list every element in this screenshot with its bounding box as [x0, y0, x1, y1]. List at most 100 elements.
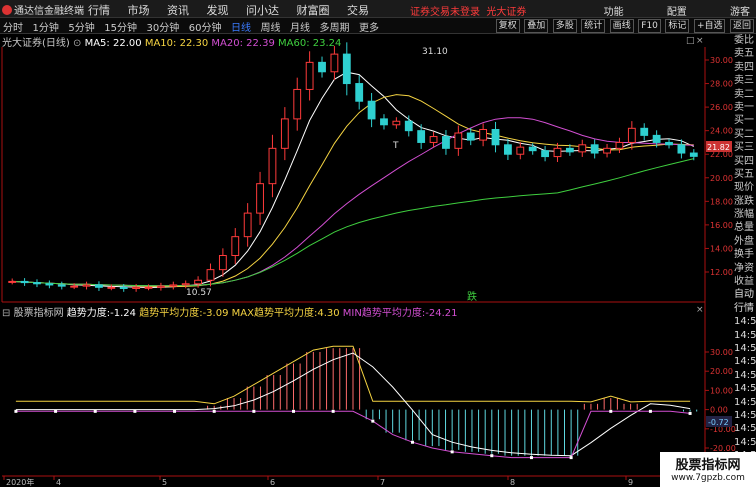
candle-body — [95, 284, 103, 288]
candle-body — [256, 183, 264, 214]
indicator-axis: 30.0020.0010.000.00-10.00-20.00 — [705, 348, 736, 453]
candle-body — [380, 118, 388, 126]
candle-body — [677, 144, 686, 154]
candle-body — [442, 136, 450, 149]
quote-panel-item: 14:56 — [734, 436, 756, 448]
candle-body — [640, 127, 649, 136]
candle-body — [206, 269, 215, 281]
candle-body — [181, 283, 190, 286]
watermark-url: www.7gpzb.com — [671, 473, 745, 483]
quote-panel-item: 收益 — [734, 276, 754, 288]
price-tick-label: 24.00 — [710, 127, 733, 136]
quote-panel-item: 买一 — [734, 115, 754, 127]
quote-panel-item: 14:56 — [734, 396, 756, 408]
watermark-title: 股票指标网 — [675, 458, 741, 473]
candle-body — [689, 152, 698, 157]
low-price-label: 10.57 — [186, 288, 212, 298]
min-marker — [529, 456, 533, 460]
high-price-label: 31.10 — [422, 47, 448, 57]
min-avg-line — [15, 410, 691, 459]
candle-body — [541, 150, 549, 158]
quote-panel-item: 外盘 — [734, 235, 754, 247]
candle-body — [367, 100, 376, 120]
candle-body — [169, 284, 178, 287]
min-marker — [569, 456, 573, 460]
quote-panel-item: 现价 — [734, 182, 754, 194]
candle-body — [132, 286, 141, 289]
quote-panel-item: 14:56 — [734, 409, 756, 421]
ma20-line — [12, 117, 694, 287]
candle-body — [8, 280, 17, 283]
candle-body — [318, 61, 326, 73]
price-tick-label: 14.00 — [710, 244, 733, 253]
candle-body — [20, 280, 29, 284]
candle-body — [615, 141, 624, 149]
candle-body — [355, 83, 364, 102]
quote-panel-item: 总量 — [734, 222, 754, 234]
time-label: 8 — [510, 478, 515, 487]
candle-body — [665, 141, 673, 146]
time-label: 2020年 — [6, 477, 34, 487]
ma10-line — [12, 94, 694, 288]
candle-body — [528, 146, 537, 152]
candle-body — [218, 255, 227, 271]
quote-panel-item: 买四 — [734, 155, 754, 167]
quote-panel-item: 买二 — [734, 128, 754, 140]
pane-close-icon[interactable]: × — [696, 36, 704, 46]
indicator-close-icon[interactable]: × — [696, 305, 704, 315]
ind-tick-label: 10.00 — [710, 386, 733, 395]
candle-body — [392, 120, 401, 126]
quote-panel-item: 涨幅 — [734, 209, 754, 221]
quote-panel-item: 14:56 — [734, 316, 756, 328]
min-marker — [292, 409, 296, 413]
quote-panel-item: 卖四 — [734, 61, 754, 73]
watermark: 股票指标网 www.7gpzb.com — [660, 452, 756, 487]
candle-body — [578, 144, 587, 153]
ind-tick-label: 30.00 — [710, 348, 733, 357]
price-tick-label: 16.00 — [710, 221, 733, 230]
time-label: 6 — [270, 478, 275, 487]
current-price-tag: 21.82 — [707, 143, 730, 152]
candle-body — [243, 212, 252, 238]
price-tick-label: 20.00 — [710, 174, 733, 183]
quote-panel-item: 净资 — [734, 262, 754, 274]
ma-lines — [12, 71, 695, 289]
quote-panel-item: 委比 — [734, 35, 754, 46]
pane-expand-icon[interactable]: □ — [686, 36, 695, 46]
candle-body — [82, 284, 91, 287]
ind-tick-label: 0.00 — [710, 406, 728, 415]
candle-body — [652, 134, 661, 143]
candle-body — [57, 284, 66, 287]
candle-body — [342, 53, 351, 85]
time-axis: 2020年 4 5 6 7 8 9 — [3, 476, 633, 487]
ma60-line — [12, 158, 694, 287]
min-marker — [648, 409, 652, 413]
quote-panel-item: 14:56 — [734, 356, 756, 368]
candle-body — [417, 130, 426, 143]
drop-marker: 跌 — [467, 290, 477, 303]
candle-body — [119, 286, 128, 289]
quote-panel-item: 行情 — [734, 302, 754, 314]
candle-body — [70, 285, 79, 288]
price-axis: 30.0028.0026.0024.0022.0020.0018.0016.00… — [705, 56, 733, 277]
candle-body — [280, 118, 289, 149]
quote-panel: 委比 卖五 卖四 卖三 卖二 卖一 买一 买二 买三 买四 买五 现价 涨跌 涨幅 总量 外盘 换手 净资 收益 自动… — [734, 34, 756, 463]
min-marker — [688, 411, 692, 415]
quote-panel-item: 自动 — [734, 289, 754, 301]
chart-canvas[interactable]: 30.0028.0026.0024.0022.0020.0018.0016.00… — [0, 0, 756, 487]
candle-body — [107, 286, 116, 289]
time-label: 5 — [162, 478, 167, 487]
min-marker — [54, 409, 58, 413]
min-marker — [490, 454, 494, 458]
price-tick-label: 30.00 — [710, 56, 733, 65]
candle-body — [194, 279, 202, 285]
candle-body — [45, 283, 54, 286]
ind-tick-label: 20.00 — [710, 367, 733, 376]
min-marker — [609, 409, 613, 413]
candle-body — [293, 88, 302, 120]
candle-body — [305, 61, 314, 90]
quote-panel-item: 卖五 — [734, 48, 754, 60]
price-tick-label: 26.00 — [710, 103, 733, 112]
time-label: 7 — [380, 478, 385, 487]
min-marker — [173, 409, 177, 413]
